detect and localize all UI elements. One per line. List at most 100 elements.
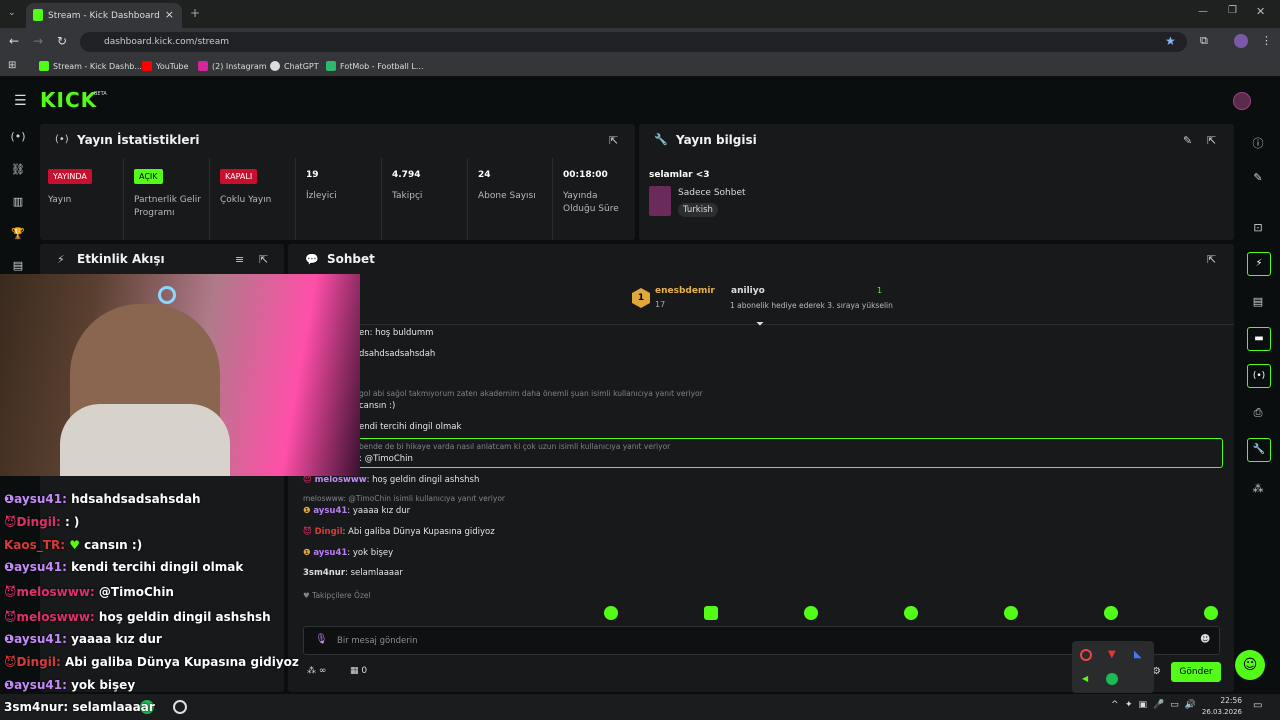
bookmark-chatgpt[interactable]: ChatGPT <box>270 61 319 71</box>
apps-icon[interactable]: ⊞ <box>8 60 16 71</box>
stat-label: Çoklu Yayın <box>220 195 272 205</box>
document-icon[interactable]: ▤ <box>1250 295 1266 308</box>
activity-title: Etkinlik Akışı <box>77 252 165 266</box>
stream-toggle-icon[interactable]: (•) <box>1247 364 1271 388</box>
tray-icons[interactable]: ✦▣🎤▭🔊 <box>1125 700 1202 710</box>
chat-toggle-icon[interactable]: ▬ <box>1247 327 1271 351</box>
tray-app-icon[interactable]: ◣ <box>1134 649 1142 660</box>
clock-date[interactable]: 26.03.2026 <box>1200 708 1242 716</box>
bookmark-star-icon[interactable]: ★ <box>1165 34 1176 48</box>
uptime: 00:18:00 <box>563 170 608 180</box>
tray-app-icon[interactable] <box>1080 649 1092 661</box>
reload-icon[interactable]: ↻ <box>57 34 67 48</box>
emote-icon[interactable] <box>904 606 918 620</box>
overlay-message: 😈Dingil: : ) <box>4 515 80 529</box>
url-text: dashboard.kick.com/stream <box>104 37 229 47</box>
stat-label: Abone Sayısı <box>478 191 536 201</box>
stream-title: selamlar <3 <box>649 170 710 180</box>
emote-icon[interactable] <box>804 606 818 620</box>
tray-chevron-icon[interactable]: ^ <box>1111 700 1119 710</box>
top-gifter-name[interactable]: enesbdemir <box>655 286 715 296</box>
forward-icon[interactable]: → <box>33 34 43 48</box>
info-icon[interactable]: ⓘ <box>1250 135 1266 151</box>
extensions-icon[interactable]: ⧉ <box>1200 34 1208 48</box>
back-icon[interactable]: ← <box>9 34 19 48</box>
chat-message: en: hoş buldumm <box>359 328 434 338</box>
filter-icon[interactable]: ≡ <box>235 253 244 266</box>
user-avatar[interactable] <box>1233 92 1251 110</box>
activity-toggle-icon[interactable]: ⚡ <box>1247 252 1271 276</box>
mic-icon[interactable]: 🎙 <box>315 634 328 645</box>
overlay-message: ❶aysu41: kendi tercihi dingil olmak <box>4 560 244 574</box>
tab-search-icon[interactable]: ⌄ <box>8 8 16 18</box>
tray-app-icon[interactable]: ▼ <box>1108 649 1116 660</box>
pencil-icon[interactable]: ✎ <box>1250 171 1266 184</box>
stream-live-icon[interactable]: (•) <box>10 130 26 143</box>
analytics-icon[interactable]: ▥ <box>10 195 26 208</box>
trophy-icon[interactable]: 🏆 <box>10 227 26 240</box>
emote-icon[interactable] <box>604 606 618 620</box>
channel-points[interactable]: ⁂ ∞ <box>307 666 326 676</box>
tray-app-icon[interactable]: ◀ <box>1082 674 1088 683</box>
category-name[interactable]: Sadece Sohbet <box>678 188 746 198</box>
clock-time[interactable]: 22:56 <box>1204 696 1242 705</box>
chat-message: dsahdsadsahsdah <box>359 349 436 359</box>
tools-toggle-icon[interactable]: 🔧 <box>1247 438 1271 462</box>
emote-icon[interactable] <box>704 606 718 620</box>
chat-message: ❶ aysu41: yaaaa kız dur <box>303 506 411 516</box>
close-window-icon[interactable]: ✕ <box>1256 5 1265 18</box>
new-tab-button[interactable]: + <box>190 6 200 20</box>
chat-message: endi tercihi dingil olmak <box>359 422 462 432</box>
bookmark-instagram[interactable]: (2) Instagram <box>198 61 267 71</box>
reply-context: meloswww: @TimoChin isimli kullanıcıya y… <box>303 494 505 503</box>
popout-icon[interactable]: ⇱ <box>1207 134 1216 147</box>
chat-message: cansın :) <box>359 401 396 411</box>
overlay-message: 😈meloswww: @TimoChin <box>4 585 174 599</box>
chat-message: : @TimoChin <box>359 454 413 464</box>
gifter-name[interactable]: aniliyo <box>731 286 765 296</box>
chat-title: Sohbet <box>327 252 375 266</box>
bookmark-kick[interactable]: Stream - Kick Dashb... <box>39 61 142 71</box>
partner-badge: AÇIK <box>134 169 163 184</box>
wrench-icon: 🔧 <box>654 133 668 146</box>
share-icon[interactable]: ⁂ <box>1250 482 1266 495</box>
gift-counter[interactable]: ▦ 0 <box>350 666 367 676</box>
chat-message: ❶ aysu41: yok bişey <box>303 548 394 558</box>
live-badge: YAYINDA <box>48 169 92 184</box>
emote-icon[interactable] <box>1004 606 1018 620</box>
broadcast-icon: (•) <box>55 134 69 145</box>
emoji-icon[interactable]: ☻ <box>1200 634 1210 645</box>
overlay-message: ❶aysu41: yok bişey <box>4 678 136 692</box>
notification-icon[interactable]: ▭ <box>1253 700 1262 711</box>
bookmark-youtube[interactable]: YouTube <box>142 61 189 71</box>
emote-icon[interactable] <box>1104 606 1118 620</box>
popout-icon[interactable]: ⇱ <box>1207 253 1216 266</box>
profile-avatar[interactable] <box>1234 34 1248 48</box>
video-icon[interactable]: ▤ <box>10 259 26 272</box>
send-button[interactable]: Gönder <box>1171 662 1221 682</box>
obs-icon[interactable] <box>173 700 187 714</box>
menu-icon[interactable]: ⋮ <box>1261 34 1272 47</box>
minimize-window-icon[interactable]: — <box>1198 6 1208 17</box>
collapse-icon[interactable]: ⏷ <box>756 319 764 330</box>
maximize-window-icon[interactable]: ❐ <box>1228 5 1237 16</box>
kick-logo[interactable]: KICK <box>40 88 97 112</box>
info-title: Yayın bilgisi <box>676 133 757 147</box>
chat-bubble-icon: 💬 <box>305 253 319 266</box>
support-chat-icon[interactable]: ☺ <box>1235 650 1265 680</box>
spotify-tray-icon[interactable] <box>1106 673 1118 685</box>
print-icon[interactable]: ⎙ <box>1250 406 1266 420</box>
edit-icon[interactable]: ✎ <box>1183 134 1192 147</box>
popout-icon[interactable]: ⇱ <box>609 134 618 147</box>
emote-icon[interactable] <box>1204 606 1218 620</box>
multistream-badge: KAPALI <box>220 169 258 184</box>
bookmark-fotmob[interactable]: FotMob - Football L... <box>326 61 424 71</box>
browser-tab[interactable]: Stream - Kick Dashboard × <box>26 3 182 28</box>
popout-icon[interactable]: ⇱ <box>259 253 268 266</box>
address-bar[interactable]: dashboard.kick.com/stream <box>80 32 1187 52</box>
capture-icon[interactable]: ⊡ <box>1250 221 1266 234</box>
close-tab-icon[interactable]: × <box>165 8 174 21</box>
link-icon[interactable]: ⛓ <box>10 163 26 176</box>
ring-light <box>158 286 176 304</box>
hamburger-menu-icon[interactable]: ☰ <box>14 93 27 109</box>
